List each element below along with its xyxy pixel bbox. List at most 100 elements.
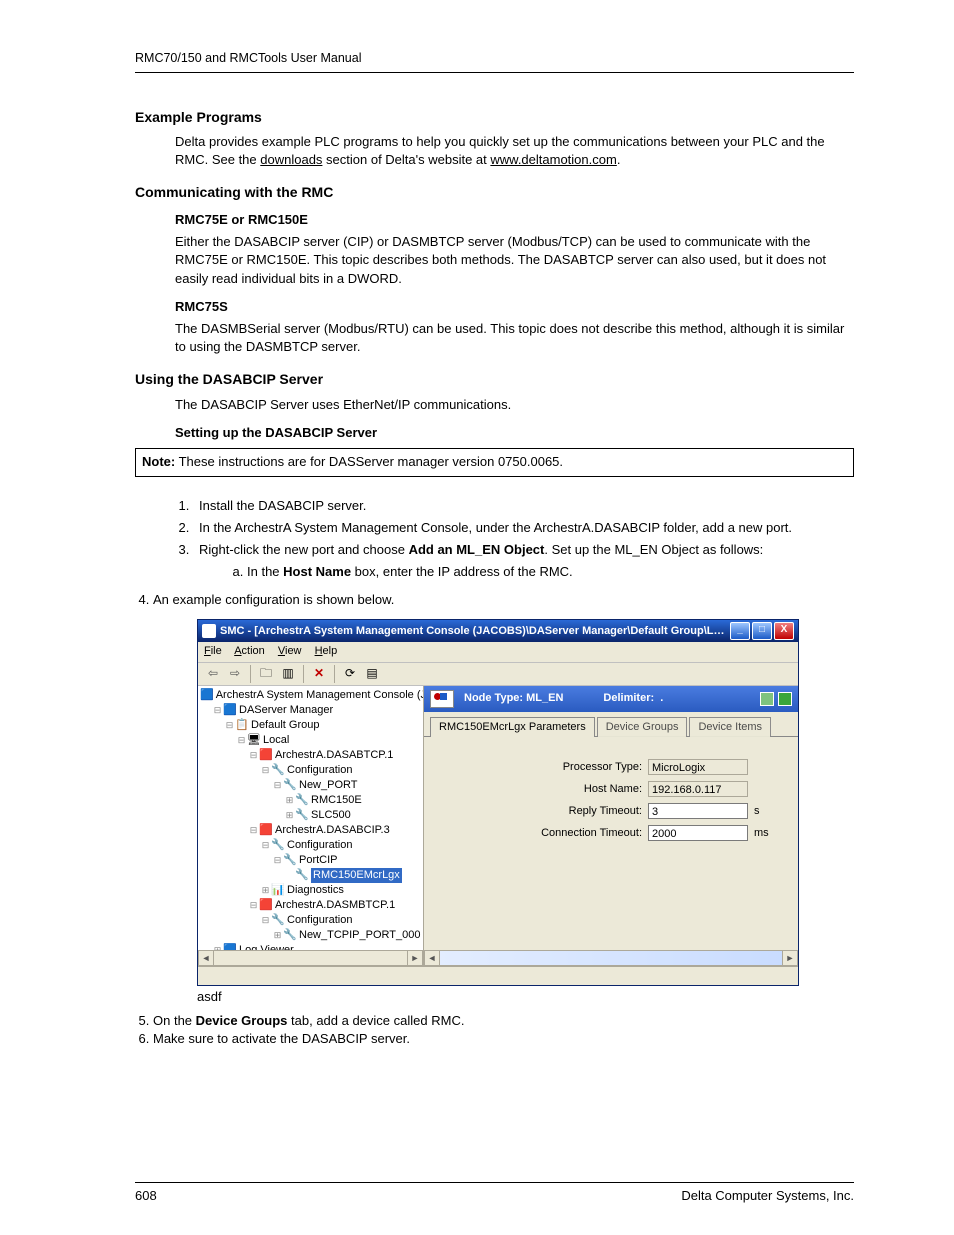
tree-new-tcp[interactable]: New_TCPIP_PORT_000	[299, 928, 420, 943]
text: Right-click the new port and choose	[199, 542, 409, 557]
wrench-icon: 🔧	[295, 793, 309, 808]
step-6: Make sure to activate the DASABCIP serve…	[153, 1030, 854, 1048]
tree-selected[interactable]: RMC150EMcrLgx	[311, 868, 402, 883]
close-button[interactable]: X	[774, 622, 794, 640]
text: tab, add a device called RMC.	[287, 1013, 464, 1028]
subheading-rmc75e: RMC75E or RMC150E	[175, 211, 854, 229]
text: box, enter the IP address of the RMC.	[351, 564, 573, 579]
refresh-icon[interactable]: ⟳	[341, 665, 359, 683]
tree-local[interactable]: Local	[263, 733, 289, 748]
menu-help[interactable]: Help	[315, 645, 338, 657]
bold-text: Add an ML_EN Object	[409, 542, 545, 557]
tree-das-manager[interactable]: DAServer Manager	[239, 703, 333, 718]
form-area: Processor Type: MicroLogix Host Name: 19…	[424, 736, 798, 950]
wrench-icon: 🔧	[283, 928, 297, 943]
tree-abtcp[interactable]: ArchestrA.DASABTCP.1	[275, 748, 393, 763]
menu-file[interactable]: File	[204, 645, 222, 657]
connection-timeout-unit: ms	[748, 826, 778, 841]
maximize-button[interactable]: □	[752, 622, 772, 640]
diag-icon: 📊	[271, 883, 285, 898]
scroll-track[interactable]	[214, 950, 407, 966]
tree-config3[interactable]: Configuration	[287, 913, 352, 928]
content-scrollbar[interactable]: ◄ ►	[424, 950, 798, 966]
node-type-label: Node Type:	[464, 692, 526, 704]
tree-scrollbar[interactable]: ◄ ►	[198, 950, 423, 966]
show-hide-icon[interactable]: ▥	[279, 665, 297, 683]
note-box: Note: These instructions are for DASServ…	[135, 448, 854, 476]
body-rmc75s: The DASMBSerial server (Modbus/RTU) can …	[175, 320, 854, 356]
tree-slc500[interactable]: SLC500	[311, 808, 351, 823]
separator	[303, 665, 304, 683]
wrench-icon: 🔧	[283, 853, 297, 868]
tab-parameters[interactable]: RMC150EMcrLgx Parameters	[430, 717, 595, 737]
heading-example-programs: Example Programs	[135, 108, 854, 128]
text: In the	[247, 564, 283, 579]
statusbar	[198, 966, 798, 985]
titlebar[interactable]: SMC - [ArchestrA System Management Conso…	[198, 620, 798, 642]
reply-timeout-input[interactable]: 3	[648, 803, 748, 819]
connection-timeout-input[interactable]: 2000	[648, 825, 748, 841]
menu-action[interactable]: Action	[234, 645, 265, 657]
link-deltamotion[interactable]: www.deltamotion.com	[490, 152, 616, 167]
text: On the	[153, 1013, 196, 1028]
tree-portcip[interactable]: PortCIP	[299, 853, 338, 868]
wrench-icon: 🔧	[271, 763, 285, 778]
window-title: SMC - [ArchestrA System Management Conso…	[220, 624, 730, 639]
tree-diag[interactable]: Diagnostics	[287, 883, 344, 898]
substeps-list: In the Host Name box, enter the IP addre…	[229, 563, 814, 581]
separator	[250, 665, 251, 683]
scroll-track[interactable]	[440, 950, 782, 966]
computer-icon: 🖥	[247, 733, 261, 748]
toolbar: ⇦ ⇨ 🗀 ▥ ✕ ⟳ ▤	[198, 663, 798, 686]
asdf-text: asdf	[197, 988, 854, 1006]
content-pane: Node Type: ML_EN Delimiter: . RMC150EMcr…	[424, 686, 798, 966]
link-downloads[interactable]: downloads	[260, 152, 322, 167]
scroll-left-icon[interactable]: ◄	[424, 950, 440, 966]
company-name: Delta Computer Systems, Inc.	[681, 1187, 854, 1205]
menu-view[interactable]: View	[278, 645, 302, 657]
back-icon[interactable]: ⇦	[204, 665, 222, 683]
scroll-left-icon[interactable]: ◄	[198, 950, 214, 966]
heading-using-server: Using the DASABCIP Server	[135, 370, 854, 390]
up-icon[interactable]: 🗀	[257, 665, 275, 683]
minimize-button[interactable]: _	[730, 622, 750, 640]
subheading-rmc75s: RMC75S	[175, 298, 854, 316]
text: . Set up the ML_EN Object as follows:	[544, 542, 763, 557]
tree-abcip[interactable]: ArchestrA.DASABCIP.3	[275, 823, 390, 838]
tree-default-group[interactable]: Default Group	[251, 718, 319, 733]
steps-list: Install the DASABCIP server. In the Arch…	[175, 497, 814, 582]
tree-config2[interactable]: Configuration	[287, 838, 352, 853]
text: section of Delta's website at	[322, 152, 490, 167]
header-rule	[135, 72, 854, 73]
save-icon[interactable]	[778, 692, 792, 706]
tree-new-port[interactable]: New_PORT	[299, 778, 357, 793]
delimiter-value: .	[660, 692, 663, 704]
footer-rule	[135, 1182, 854, 1183]
status-icon[interactable]	[760, 692, 774, 706]
folder-icon: 🟦	[223, 703, 237, 718]
page-number: 608	[135, 1187, 157, 1205]
node-banner: Node Type: ML_EN Delimiter: .	[424, 686, 798, 712]
tree-config1[interactable]: Configuration	[287, 763, 352, 778]
delete-icon[interactable]: ✕	[310, 665, 328, 683]
tree-pane[interactable]: 🟦ArchestrA System Management Console (JA…	[198, 686, 424, 966]
app-icon	[202, 624, 216, 638]
step-2: In the ArchestrA System Management Conso…	[193, 519, 814, 537]
menubar: File Action View Help	[198, 642, 798, 662]
processor-type-value[interactable]: MicroLogix	[648, 759, 748, 775]
scroll-right-icon[interactable]: ►	[782, 950, 798, 966]
tree-rmc150e[interactable]: RMC150E	[311, 793, 362, 808]
tab-device-items[interactable]: Device Items	[689, 717, 771, 737]
bold-text: Device Groups	[196, 1013, 288, 1028]
tree-root[interactable]: ArchestrA System Management Console (JAC…	[216, 688, 424, 703]
tab-device-groups[interactable]: Device Groups	[597, 717, 688, 737]
host-name-value[interactable]: 192.168.0.117	[648, 781, 748, 797]
forward-icon[interactable]: ⇨	[226, 665, 244, 683]
tree-mbtcp[interactable]: ArchestrA.DASMBTCP.1	[275, 898, 395, 913]
step-3: Right-click the new port and choose Add …	[193, 541, 814, 581]
group-icon: 📋	[235, 718, 249, 733]
export-icon[interactable]: ▤	[363, 665, 381, 683]
scroll-right-icon[interactable]: ►	[407, 950, 423, 966]
text: .	[617, 152, 621, 167]
substep-a: In the Host Name box, enter the IP addre…	[247, 563, 814, 581]
